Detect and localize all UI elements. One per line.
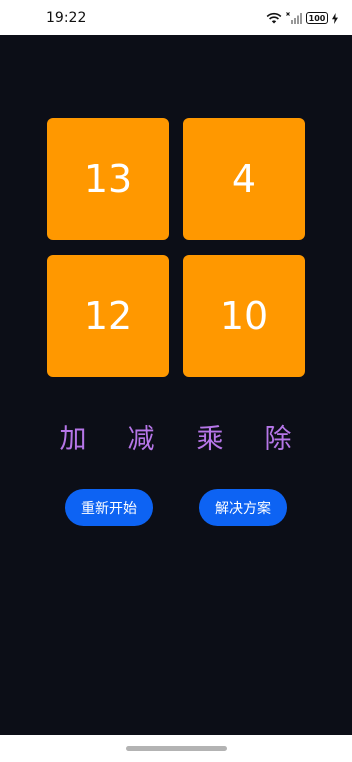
navigation-bar <box>0 735 352 762</box>
restart-button[interactable]: 重新开始 <box>65 489 153 526</box>
multiply-operator[interactable]: 乘 <box>190 417 230 456</box>
game-area: 13 4 12 10 加 减 乘 除 重新开始 解决方案 <box>0 35 352 735</box>
number-card[interactable]: 10 <box>183 255 305 377</box>
solution-button[interactable]: 解决方案 <box>199 489 287 526</box>
wifi-icon <box>266 12 282 24</box>
charging-icon <box>332 12 338 24</box>
number-card[interactable]: 4 <box>183 118 305 240</box>
number-card[interactable]: 13 <box>47 118 169 240</box>
signal-icon <box>286 12 302 24</box>
subtract-operator[interactable]: 减 <box>121 417 161 456</box>
home-indicator[interactable] <box>126 746 227 751</box>
battery-level: 100 <box>308 13 326 23</box>
status-bar: 19:22 100 <box>0 0 352 35</box>
number-card[interactable]: 12 <box>47 255 169 377</box>
battery-icon: 100 <box>306 12 328 24</box>
divide-operator[interactable]: 除 <box>258 417 298 456</box>
status-icons: 100 <box>266 10 338 26</box>
status-time: 19:22 <box>46 10 87 26</box>
add-operator[interactable]: 加 <box>53 417 93 456</box>
